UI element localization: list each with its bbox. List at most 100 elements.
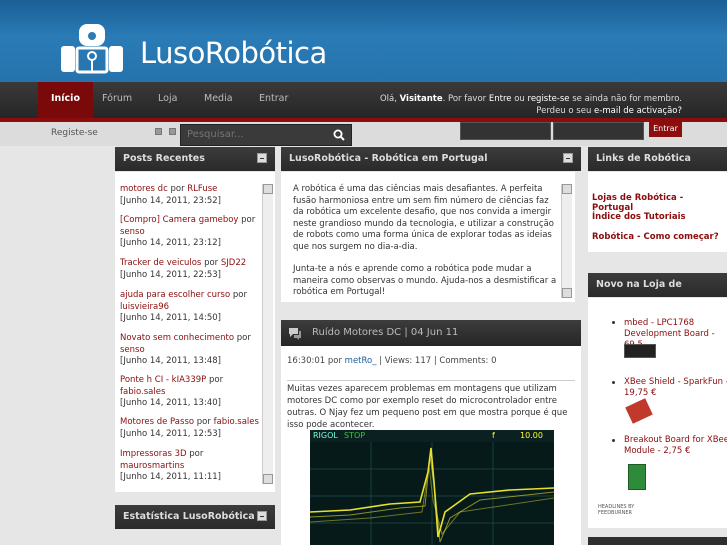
product-image-mbed[interactable] xyxy=(624,344,656,358)
post-title[interactable]: Impressoras 3D xyxy=(120,449,187,459)
scope-trace xyxy=(310,442,554,545)
expand-icon[interactable] xyxy=(169,128,176,135)
search-icon[interactable] xyxy=(333,129,345,141)
greeting: Olá, xyxy=(379,94,397,104)
main-nav: Início Fórum Loja Media Entrar Olá, Visi… xyxy=(0,82,727,118)
post-user[interactable]: RLFuse xyxy=(187,184,217,194)
article-title[interactable]: Ruído Motores DC | 04 Jun 11 xyxy=(312,320,458,346)
oscilloscope-image: RIGOL STOP f 10.00 xyxy=(310,430,554,545)
bullet xyxy=(612,381,615,384)
intro-paragraph-2: Junta-te a nós e aprende como a robótica… xyxy=(293,264,557,297)
post-user[interactable]: fabio.sales xyxy=(214,417,259,427)
username-field[interactable] xyxy=(460,122,551,140)
post-by: por xyxy=(196,417,211,427)
login-button[interactable]: Entrar xyxy=(649,122,682,137)
post-by: por xyxy=(241,215,256,225)
article-body: Muitas vezes aparecem problemas em monta… xyxy=(281,376,581,545)
lost-text: Perdeu o seu xyxy=(536,106,592,116)
register-link-sub[interactable]: Registe-se xyxy=(51,128,98,138)
post-title[interactable]: Novato sem conhecimento xyxy=(120,333,234,343)
post-date: [Junho 14, 2011, 14:50] xyxy=(120,313,221,323)
scope-mode: RIGOL xyxy=(313,431,338,440)
article-author[interactable]: metRo_ xyxy=(345,356,377,366)
link-como-comecar[interactable]: Robótica - Como começar? xyxy=(592,232,719,242)
search-box xyxy=(180,124,352,146)
post-title[interactable]: Motores de Passo xyxy=(120,417,194,427)
list-item: Motores de Passo por fabio.sales [Junho 1… xyxy=(120,417,260,440)
post-user[interactable]: SJD22 xyxy=(221,258,246,268)
shop-list: mbed - LPC1768 Development Board - 69,5 … xyxy=(588,298,727,528)
search-input[interactable] xyxy=(187,129,327,140)
list-item: Novato sem conhecimento por senso [Junho … xyxy=(120,333,260,368)
minimize-icon[interactable] xyxy=(563,153,573,163)
scope-value: 10.00 xyxy=(520,431,543,440)
nav-entrar[interactable]: Entrar xyxy=(259,82,288,118)
robot-logo-icon[interactable] xyxy=(57,22,127,76)
bullet xyxy=(612,439,615,442)
login-link[interactable]: Entre xyxy=(489,94,512,104)
intro-scrollbar[interactable] xyxy=(561,184,572,298)
scroll-down-icon[interactable] xyxy=(263,474,273,484)
links-panel-header: Links de Robótica xyxy=(588,147,727,171)
post-date: [Junho 14, 2011, 11:11] xyxy=(120,472,221,482)
sub-bar: Registe-se Entrar xyxy=(0,122,727,146)
bullet xyxy=(612,321,615,324)
register-link[interactable]: registe-se xyxy=(528,94,570,104)
post-by: por xyxy=(236,333,251,343)
links-panel-title: Links de Robótica xyxy=(596,153,691,164)
article-time: 16:30:01 por xyxy=(287,356,342,366)
product-image-xbee-shield[interactable] xyxy=(625,398,653,424)
shop-item-xbee-shield[interactable]: XBee Shield - SparkFun - 19,75 € xyxy=(624,377,727,399)
post-user[interactable]: fabio.sales xyxy=(120,387,165,397)
password-field[interactable] xyxy=(553,122,644,140)
brand-name[interactable]: LusoRobótica xyxy=(140,36,327,70)
posts-panel-header: Posts Recentes xyxy=(115,147,275,171)
post-date: [Junho 14, 2011, 22:53] xyxy=(120,269,221,280)
post-by: por xyxy=(232,290,247,300)
recent-posts-list: motores dc por RLFuse [Junho 14, 2011, 23… xyxy=(115,172,275,492)
post-title[interactable]: ajuda para escolher curso xyxy=(120,290,230,300)
post-title[interactable]: [Compro] Camera gameboy xyxy=(120,215,238,225)
article-stats: | Views: 117 | Comments: 0 xyxy=(379,356,497,366)
nav-forum[interactable]: Fórum xyxy=(102,82,132,118)
scroll-up-icon[interactable] xyxy=(562,184,572,194)
link-tutoriais[interactable]: Índice dos Tutoriais xyxy=(592,212,686,222)
post-title[interactable]: Tracker de veiculos xyxy=(120,258,201,268)
list-item: motores dc por RLFuse [Junho 14, 2011, 23… xyxy=(120,184,260,207)
nav-inicio[interactable]: Início xyxy=(38,82,93,118)
post-user[interactable]: maurosmartins xyxy=(120,461,184,471)
minimize-icon[interactable] xyxy=(257,153,267,163)
post-title[interactable]: Ponte h CI - kIA339P xyxy=(120,375,206,385)
stats-panel-header: Estatística LusoRobótica xyxy=(115,505,275,529)
post-user[interactable]: luisvieira96 xyxy=(120,302,169,312)
post-date: [Junho 14, 2011, 13:40] xyxy=(120,398,221,408)
collapse-icon[interactable] xyxy=(155,128,162,135)
product-image-xbee-breakout[interactable] xyxy=(628,464,646,490)
post-title[interactable]: motores dc xyxy=(120,184,168,194)
post-user[interactable]: senso xyxy=(120,227,145,237)
scroll-down-icon[interactable] xyxy=(562,288,572,298)
link-lojas[interactable]: Lojas de Robótica - Portugal xyxy=(592,193,727,213)
posts-scrollbar[interactable] xyxy=(262,184,273,484)
scroll-up-icon[interactable] xyxy=(263,184,273,194)
scope-trig: f xyxy=(492,431,495,440)
or-text: ou xyxy=(514,94,525,104)
scope-topbar: RIGOL STOP f 10.00 xyxy=(310,430,554,442)
right-panel-footer xyxy=(588,537,727,545)
nav-media[interactable]: Media xyxy=(204,82,233,118)
chat-icon xyxy=(289,328,301,340)
stats-panel-title: Estatística LusoRobótica xyxy=(123,511,255,522)
list-item: [Compro] Camera gameboy por senso [Junho … xyxy=(120,215,260,250)
links-list: Lojas de Robótica - Portugal Índice dos … xyxy=(588,172,727,252)
nav-loja[interactable]: Loja xyxy=(158,82,177,118)
post-date: [Junho 14, 2011, 12:53] xyxy=(120,428,221,439)
minimize-icon[interactable] xyxy=(257,511,267,521)
not-member-text: se ainda não for membro. xyxy=(572,94,682,104)
activation-link[interactable]: e-mail de activação? xyxy=(594,106,682,116)
feedburner-badge[interactable]: HEADLINES BY FEEDBURNER xyxy=(598,504,668,516)
intro-panel-header: LusoRobótica - Robótica em Portugal xyxy=(281,147,581,171)
post-user[interactable]: senso xyxy=(120,345,145,355)
shop-item-xbee-breakout[interactable]: Breakout Board for XBee Module - 2,75 € xyxy=(624,435,727,457)
article-meta: 16:30:01 por metRo_ | Views: 117 | Comme… xyxy=(281,346,581,376)
intro-panel-title: LusoRobótica - Robótica em Portugal xyxy=(289,153,488,164)
